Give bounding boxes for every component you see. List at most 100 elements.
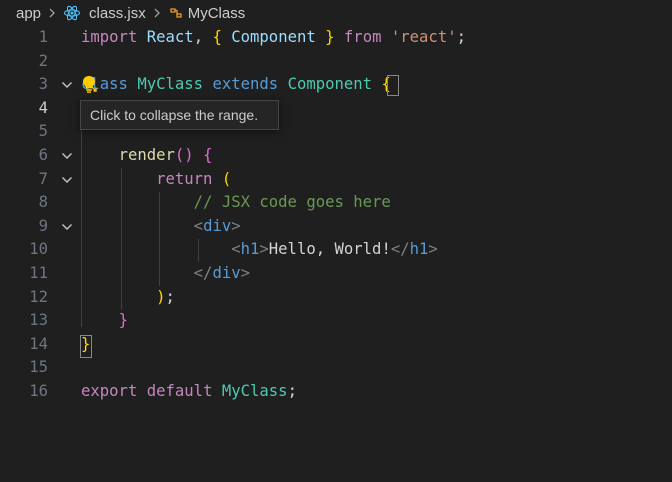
code-text: render() {	[81, 144, 213, 168]
code-token: ,	[193, 28, 213, 46]
code-token: ;	[287, 381, 297, 400]
fold-tooltip: Click to collapse the range.	[80, 100, 279, 130]
indent-guide	[121, 168, 122, 310]
code-line[interactable]: 6 render() {	[0, 144, 672, 168]
code-area[interactable]: 1 import React, { Component } from 'react…	[0, 26, 672, 404]
code-line[interactable]: 8 // JSX code goes here	[0, 191, 672, 215]
code-text: class MyClass extends Component {	[81, 73, 391, 97]
code-token: return	[156, 169, 213, 188]
code-token: ()	[174, 145, 194, 164]
code-line[interactable]: 1 import React, { Component } from 'react…	[0, 26, 672, 50]
code-token: }	[325, 28, 335, 46]
code-token: ;	[456, 28, 466, 46]
code-token: // JSX code goes here	[193, 193, 391, 212]
code-text: </div>	[81, 262, 250, 286]
code-line[interactable]: 10 <h1>Hello, World!</h1>	[0, 238, 672, 262]
code-token: import	[81, 28, 138, 46]
code-token: <	[231, 240, 241, 259]
code-text: }	[81, 309, 128, 333]
code-token: ;	[165, 287, 175, 306]
code-token: extends	[212, 75, 279, 94]
code-token: div	[203, 216, 232, 235]
line-number: 5	[38, 122, 48, 141]
line-number: 13	[29, 311, 48, 330]
code-line[interactable]: 9 <div>	[0, 215, 672, 239]
code-text: );	[81, 286, 175, 310]
code-text: <div>	[81, 215, 241, 239]
code-token: 'react'	[390, 28, 457, 46]
line-number: 3	[38, 75, 48, 94]
chevron-down-icon[interactable]	[60, 78, 74, 92]
code-token: }	[118, 311, 128, 330]
line-number: 2	[38, 51, 48, 70]
react-icon	[64, 5, 81, 21]
chevron-down-icon[interactable]	[60, 220, 74, 234]
code-token: Hello, World!	[268, 240, 391, 259]
code-line[interactable]: 12 );	[0, 286, 672, 310]
code-token: {	[203, 145, 213, 164]
code-line[interactable]: 13 }	[0, 309, 672, 333]
line-number: 12	[29, 287, 48, 306]
breadcrumb-file[interactable]: class.jsx	[63, 4, 146, 22]
code-line[interactable]: 3 class MyClass extends Component {	[0, 73, 672, 97]
code-line[interactable]: 11 </div>	[0, 262, 672, 286]
code-token: MyClass	[221, 381, 288, 400]
chevron-right-icon	[152, 7, 162, 19]
code-line[interactable]: 2	[0, 50, 672, 74]
code-token: </	[193, 263, 213, 282]
code-token: h1	[409, 240, 429, 259]
code-token: render	[118, 145, 175, 164]
code-token: div	[212, 263, 241, 282]
code-token: )	[156, 287, 166, 306]
breadcrumb-file-label: class.jsx	[89, 4, 146, 22]
breadcrumb: app class.jsx MyClass	[0, 0, 672, 26]
code-text: import React, { Component } from 'react'…	[81, 26, 466, 50]
code-text: <h1>Hello, World!</h1>	[81, 238, 438, 262]
chevron-down-icon[interactable]	[60, 149, 74, 163]
class-symbol-icon	[170, 8, 182, 18]
code-token: h1	[240, 240, 260, 259]
code-line[interactable]: 7 return (	[0, 168, 672, 192]
code-token: React	[146, 28, 194, 46]
code-text: export default MyClass;	[81, 380, 297, 404]
indent-guide	[81, 121, 82, 327]
code-token: {	[212, 28, 222, 46]
code-line[interactable]: 16 export default MyClass;	[0, 380, 672, 404]
breadcrumb-symbol-label: MyClass	[187, 4, 246, 22]
line-number: 1	[38, 28, 48, 46]
chevron-down-icon[interactable]	[60, 173, 74, 187]
breadcrumb-symbol[interactable]: MyClass	[168, 4, 246, 22]
code-line[interactable]: 15	[0, 356, 672, 380]
line-number: 15	[29, 358, 48, 377]
indent-guide	[198, 239, 199, 262]
line-number: 7	[38, 169, 48, 188]
breadcrumb-folder[interactable]: app	[16, 5, 41, 22]
code-line[interactable]: 14}	[0, 333, 672, 357]
chevron-right-icon	[47, 7, 57, 19]
line-number: 6	[38, 145, 48, 164]
indent-guide	[159, 192, 160, 286]
line-number: 9	[38, 216, 48, 235]
code-editor[interactable]: app class.jsx MyClass 1 import React, { C…	[0, 0, 672, 482]
line-number: 4	[38, 98, 48, 117]
code-text: // JSX code goes here	[81, 191, 391, 215]
code-token: <	[193, 216, 204, 235]
code-text: return (	[81, 168, 231, 192]
code-token: export	[81, 381, 138, 400]
lightbulb-icon[interactable]	[80, 74, 98, 94]
bracket-match-highlight	[80, 335, 92, 358]
